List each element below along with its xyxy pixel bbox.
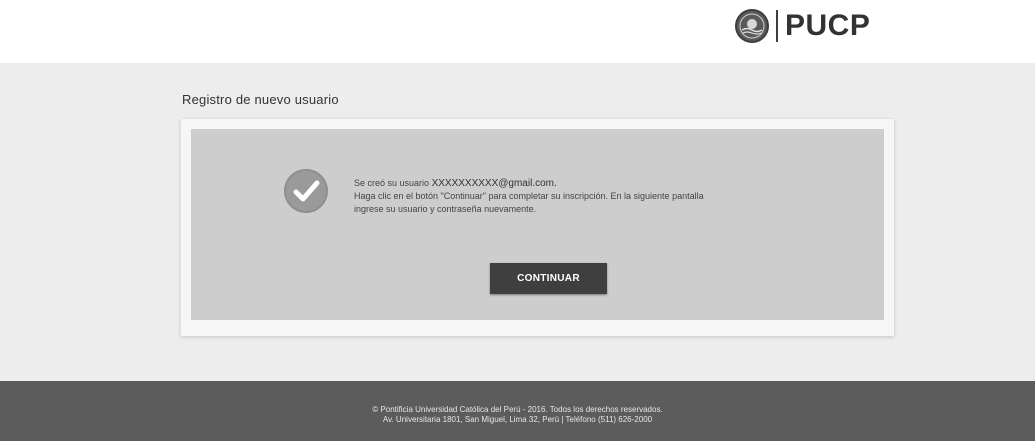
footer-copyright: © Pontificia Universidad Católica del Pe…: [372, 405, 663, 414]
page-title: Registro de nuevo usuario: [182, 92, 339, 107]
check-circle-icon: [284, 169, 328, 213]
footer: © Pontificia Universidad Católica del Pe…: [0, 381, 1035, 441]
logo-text: PUCP: [785, 9, 871, 42]
footer-address: Av. Universitaria 1801, San Miguel, Lima…: [382, 415, 653, 424]
message-prefix: Se creó su usuario: [354, 178, 430, 188]
logo-separator: [776, 10, 778, 42]
pucp-seal-icon: [735, 9, 769, 43]
continue-button[interactable]: CONTINUAR: [490, 263, 607, 294]
success-panel: Se creó su usuario XXXXXXXXXX@gmail.com.…: [191, 129, 884, 320]
pucp-logo[interactable]: PUCP: [735, 6, 870, 46]
message-line-1: Se creó su usuario XXXXXXXXXX@gmail.com.: [354, 177, 874, 190]
header: PUCP: [0, 0, 1035, 63]
created-username: XXXXXXXXXX@gmail.com.: [431, 178, 557, 189]
registration-card: Se creó su usuario XXXXXXXXXX@gmail.com.…: [181, 119, 894, 336]
message-line-2: Haga clic en el botón "Continuar" para c…: [354, 191, 704, 201]
success-message: Se creó su usuario XXXXXXXXXX@gmail.com.…: [354, 177, 874, 216]
message-line-3: ingrese su usuario y contraseña nuevamen…: [354, 204, 537, 214]
